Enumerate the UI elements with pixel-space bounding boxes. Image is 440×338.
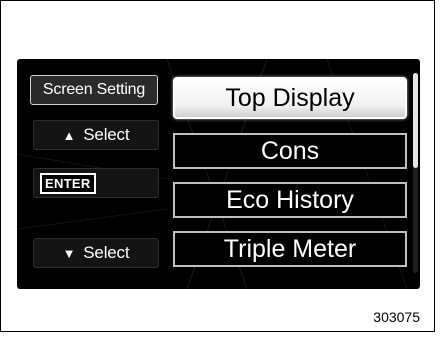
scrollbar-track[interactable] (413, 73, 418, 273)
menu-item-label: Triple Meter (223, 234, 357, 263)
select-up-button[interactable]: ▲ Select (33, 120, 159, 150)
menu-item-label: Cons (260, 136, 320, 165)
figure-number: 303075 (373, 309, 420, 325)
figure-frame: Screen Setting ▲ Select ENTER ▼ Select T… (0, 0, 435, 332)
menu-item-top-display[interactable]: Top Display (173, 77, 407, 119)
triangle-up-icon: ▲ (62, 127, 76, 143)
select-up-label: Select (83, 125, 130, 144)
left-control-panel: Screen Setting ▲ Select ENTER ▼ Select (17, 59, 173, 289)
menu-item-label: Eco History (226, 185, 354, 214)
triangle-down-icon: ▼ (62, 245, 76, 261)
scrollbar-thumb[interactable] (413, 73, 418, 168)
menu-item-label: Top Display (225, 83, 355, 112)
select-down-label: Select (83, 243, 130, 262)
display-screen: Screen Setting ▲ Select ENTER ▼ Select T… (17, 59, 420, 289)
screen-setting-label: Screen Setting (30, 75, 158, 105)
enter-key-label: ENTER (40, 172, 96, 194)
menu-item-eco-history[interactable]: Eco History (173, 182, 407, 218)
select-down-button[interactable]: ▼ Select (33, 238, 159, 268)
menu-item-triple-meter[interactable]: Triple Meter (173, 231, 407, 267)
screen-setting-text: Screen Setting (42, 81, 146, 98)
menu-item-cons[interactable]: Cons (173, 133, 407, 169)
enter-button[interactable]: ENTER (33, 168, 159, 198)
